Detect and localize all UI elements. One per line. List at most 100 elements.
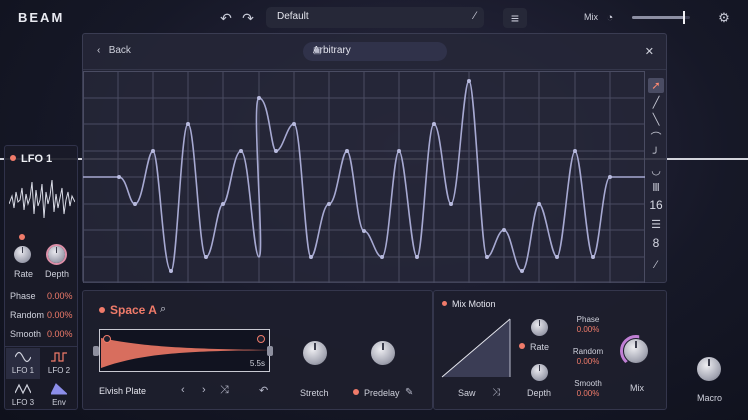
- close-icon[interactable]: ✕: [645, 45, 654, 58]
- mix-slider-fill: [632, 16, 685, 19]
- smooth-label: Smooth: [10, 329, 42, 339]
- mix-slider[interactable]: [632, 11, 690, 24]
- mm-rate-knob[interactable]: [531, 319, 548, 336]
- square-wave-icon: [51, 352, 67, 362]
- mm-phase-value[interactable]: 0.00%: [564, 325, 612, 334]
- lfo-shape-graph[interactable]: [83, 71, 645, 283]
- shuffle-icon[interactable]: ⤨: [492, 387, 500, 398]
- line-fall-tool-icon[interactable]: ╲: [648, 112, 664, 127]
- mm-rate-label: Rate: [530, 342, 550, 352]
- tab-lfo-3[interactable]: LFO 3: [6, 380, 40, 411]
- preset-name: Default: [277, 11, 309, 22]
- predelay-control: Predelay: [353, 388, 400, 398]
- envelope-icon: [51, 383, 67, 395]
- chevron-right-icon[interactable]: ›: [202, 384, 206, 396]
- lfo-editor-header: ‹ Back Arbitrary ▣ ✕: [83, 34, 666, 70]
- fx-panel-space: Space A ⌕ 5.5s Elvish Plate ‹ › ⤨ ↶ Stre…: [82, 290, 433, 410]
- undo-icon[interactable]: ↶: [216, 8, 236, 28]
- mm-smooth-value[interactable]: 0.00%: [564, 389, 612, 398]
- brush-icon[interactable]: ✎: [405, 387, 413, 398]
- tab-lfo-1[interactable]: LFO 1: [6, 348, 40, 379]
- shape-selector[interactable]: Arbitrary ▣: [303, 42, 447, 61]
- randomize-wand-icon[interactable]: ⁄: [648, 257, 664, 272]
- mm-rate-control: Rate: [519, 342, 549, 352]
- mix-motion-title: Mix Motion: [442, 299, 496, 309]
- decay-envelope-shape: [101, 338, 271, 368]
- lfo-editor-window: ‹ Back Arbitrary ▣ ✕ ➚ ╱ ╲ ⌒ ╯ ◡ Ⅲ 16 ☰ …: [82, 33, 667, 283]
- random-value[interactable]: 0.00%: [47, 310, 73, 320]
- mm-mix-knob[interactable]: [624, 339, 648, 363]
- chevron-left-icon[interactable]: ‹: [181, 384, 185, 396]
- decay-envelope-display[interactable]: 5.5s: [99, 329, 271, 372]
- mix-dial-icon[interactable]: ◔: [600, 8, 620, 28]
- chevron-left-icon: ‹: [97, 45, 101, 56]
- depth-label: Depth: [45, 269, 70, 279]
- vertical-grid-icon[interactable]: Ⅲ: [648, 180, 664, 195]
- search-icon[interactable]: ⌕: [160, 303, 166, 316]
- algorithm-name[interactable]: Elvish Plate: [99, 386, 146, 396]
- active-dot-icon: [99, 307, 105, 313]
- fx-title: Space A: [99, 303, 157, 317]
- redo-icon[interactable]: ↷: [238, 8, 258, 28]
- mm-mix-label: Mix: [630, 383, 644, 393]
- rate-label: Rate: [14, 269, 34, 279]
- mm-depth-label: Depth: [527, 388, 552, 398]
- lfo-panel: LFO 1 Rate Depth Phase 0.00% Random 0.00…: [4, 145, 78, 410]
- tab-env-label: Env: [52, 398, 66, 407]
- macro-label: Macro: [697, 393, 723, 403]
- lfo-title-text: LFO 1: [21, 153, 53, 165]
- back-button[interactable]: ‹ Back: [97, 45, 131, 56]
- grid-x-value[interactable]: 16: [646, 198, 666, 212]
- grid-y-value[interactable]: 8: [646, 236, 666, 250]
- curve-corner-tool-icon[interactable]: ╯: [648, 146, 664, 161]
- phase-value[interactable]: 0.00%: [47, 291, 73, 301]
- gear-icon[interactable]: ⚙: [714, 8, 734, 28]
- sine-wave-icon: [15, 351, 31, 363]
- mm-random-value[interactable]: 0.00%: [564, 357, 612, 366]
- line-rise-tool-icon[interactable]: ╱: [648, 95, 664, 110]
- pointer-tool-icon[interactable]: ➚: [648, 78, 664, 93]
- fx-title-text: Space A: [110, 303, 157, 317]
- tool-palette: ➚ ╱ ╲ ⌒ ╯ ◡ Ⅲ 16 ☰ 8 ⁄: [646, 76, 666, 276]
- curve-up-tool-icon[interactable]: ⌒: [648, 129, 664, 144]
- app-logo: BEAM: [18, 10, 65, 25]
- rate-knob[interactable]: [14, 246, 31, 263]
- active-dot-icon: [442, 301, 447, 306]
- mix-motion-panel: Mix Motion Saw ⤨ Rate Depth Phase 0.00% …: [433, 290, 667, 410]
- smooth-value[interactable]: 0.00%: [47, 329, 73, 339]
- lfo-title: LFO 1: [10, 153, 52, 165]
- mix-motion-title-text: Mix Motion: [452, 299, 496, 309]
- env-end-handle[interactable]: [257, 335, 265, 343]
- settings-sliders-icon[interactable]: ≡: [503, 8, 527, 28]
- env-handle-right[interactable]: [267, 346, 273, 356]
- curve-down-tool-icon[interactable]: ◡: [648, 163, 664, 178]
- mod-dot-icon: [519, 343, 525, 349]
- active-dot-icon: [10, 155, 16, 161]
- macro-knob[interactable]: [697, 357, 721, 381]
- preset-selector[interactable]: Default ⁄: [266, 7, 484, 28]
- stretch-knob[interactable]: [303, 341, 327, 365]
- shuffle-icon[interactable]: ⤨: [220, 384, 229, 397]
- decay-time: 5.5s: [249, 359, 265, 368]
- stretch-label: Stretch: [300, 388, 329, 398]
- tab-lfo-2[interactable]: LFO 2: [42, 348, 76, 379]
- mix-label: Mix: [584, 12, 598, 22]
- mix-slider-thumb[interactable]: [683, 11, 686, 24]
- triangle-wave-icon: [15, 383, 31, 395]
- reset-icon[interactable]: ↶: [259, 384, 268, 397]
- depth-knob[interactable]: [48, 246, 65, 263]
- predelay-label: Predelay: [364, 388, 400, 398]
- env-start-handle[interactable]: [103, 335, 111, 343]
- predelay-knob[interactable]: [371, 341, 395, 365]
- tab-env[interactable]: Env: [42, 380, 76, 411]
- random-label: Random: [10, 310, 45, 320]
- wave-label: Saw: [458, 388, 476, 398]
- lfo-tabs: LFO 1 LFO 2 LFO 3 Env: [5, 346, 77, 410]
- save-icon[interactable]: ▣: [313, 45, 437, 56]
- horizontal-grid-icon[interactable]: ☰: [648, 217, 664, 232]
- mm-smooth-label: Smooth: [574, 379, 602, 388]
- mm-depth-knob[interactable]: [531, 364, 548, 381]
- top-bar: BEAM ↶ ↷ Default ⁄ ≡ Mix ◔ ⚙: [0, 0, 748, 34]
- randomize-wand-icon[interactable]: ⁄: [474, 10, 476, 22]
- back-label: Back: [108, 45, 131, 56]
